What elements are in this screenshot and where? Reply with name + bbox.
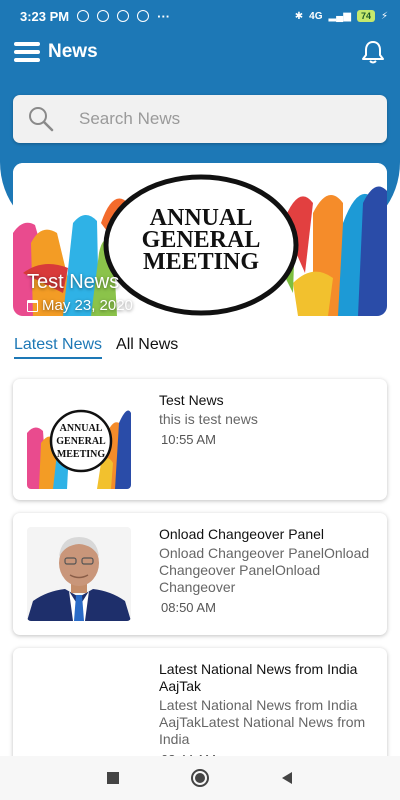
- status-time: 3:23 PM: [20, 8, 70, 24]
- search-bar[interactable]: [13, 95, 387, 143]
- status-bar: 3:23 PM ··· ✱ 4G ▂▄▆ 74 ⚡: [0, 0, 400, 32]
- news-card-text: Latest National News from India AajTak L…: [159, 661, 379, 767]
- featured-news-title: Test News: [27, 271, 120, 293]
- search-icon: [29, 107, 54, 132]
- news-title: Test News: [159, 392, 224, 408]
- status-right: ✱ 4G ▂▄▆ 74 ⚡: [295, 10, 388, 22]
- news-description: Onload Changeover PanelOnload Changeover…: [159, 545, 370, 595]
- network-type: 4G: [309, 10, 323, 22]
- person-portrait-image: [27, 527, 131, 621]
- news-description: this is test news: [159, 411, 258, 427]
- featured-news-date-row: May 23, 2020: [27, 297, 133, 314]
- hamburger-menu-icon[interactable]: [14, 42, 40, 62]
- news-time: 10:55 AM: [161, 432, 216, 447]
- news-thumbnail: [27, 527, 131, 621]
- news-card-text: Onload Changeover Panel Onload Changeove…: [159, 526, 379, 615]
- news-title: Onload Changeover Panel: [159, 526, 325, 542]
- news-thumbnail: [27, 662, 131, 758]
- news-card-text: Test News this is test news 10:55 AM: [159, 392, 379, 447]
- battery-icon: 74: [356, 10, 375, 22]
- news-description: Latest National News from India AajTakLa…: [159, 697, 366, 747]
- news-card[interactable]: Onload Changeover Panel Onload Changeove…: [13, 513, 387, 635]
- calendar-icon: [27, 299, 38, 312]
- notification-app-icon: [137, 10, 150, 22]
- system-nav-bar: [0, 756, 400, 800]
- hero-image-text-3: MEETING: [143, 249, 259, 275]
- page-title: News: [48, 41, 98, 62]
- thumb-text-3: MEETING: [57, 449, 106, 460]
- more-dots: ···: [157, 8, 171, 24]
- news-thumbnail: ANNUAL GENERAL MEETING: [27, 393, 131, 489]
- featured-news-card[interactable]: ANNUAL GENERAL MEETING Test News May 23,…: [13, 163, 387, 316]
- thumb-text-2: GENERAL: [56, 436, 106, 447]
- signal-icon: ▂▄▆: [328, 10, 351, 22]
- tab-all-news[interactable]: All News: [116, 336, 178, 359]
- search-input[interactable]: [79, 109, 359, 129]
- status-left: 3:23 PM ···: [20, 9, 170, 24]
- bell-icon[interactable]: [360, 39, 386, 65]
- news-title: Latest National News from India AajTak: [159, 661, 358, 694]
- featured-news-date: May 23, 2020: [42, 297, 133, 314]
- back-triangle-icon[interactable]: [280, 771, 294, 785]
- bluetooth-icon: ✱: [294, 10, 304, 22]
- s-app-icon: [97, 10, 110, 22]
- home-circle-icon[interactable]: [190, 768, 210, 788]
- news-card[interactable]: ANNUAL GENERAL MEETING Test News this is…: [13, 379, 387, 500]
- news-tabs: Latest News All News: [14, 336, 178, 359]
- alarm-icon: [77, 10, 90, 22]
- cross-app-icon: [117, 10, 130, 22]
- thumb-text-1: ANNUAL: [60, 423, 103, 434]
- tab-latest-news[interactable]: Latest News: [14, 336, 103, 359]
- news-time: 08:50 AM: [161, 600, 216, 615]
- charging-icon: ⚡: [380, 10, 388, 22]
- app-bar: News: [0, 32, 400, 72]
- agm-thumbnail-image: ANNUAL GENERAL MEETING: [27, 393, 131, 489]
- recents-square-icon[interactable]: [106, 771, 120, 785]
